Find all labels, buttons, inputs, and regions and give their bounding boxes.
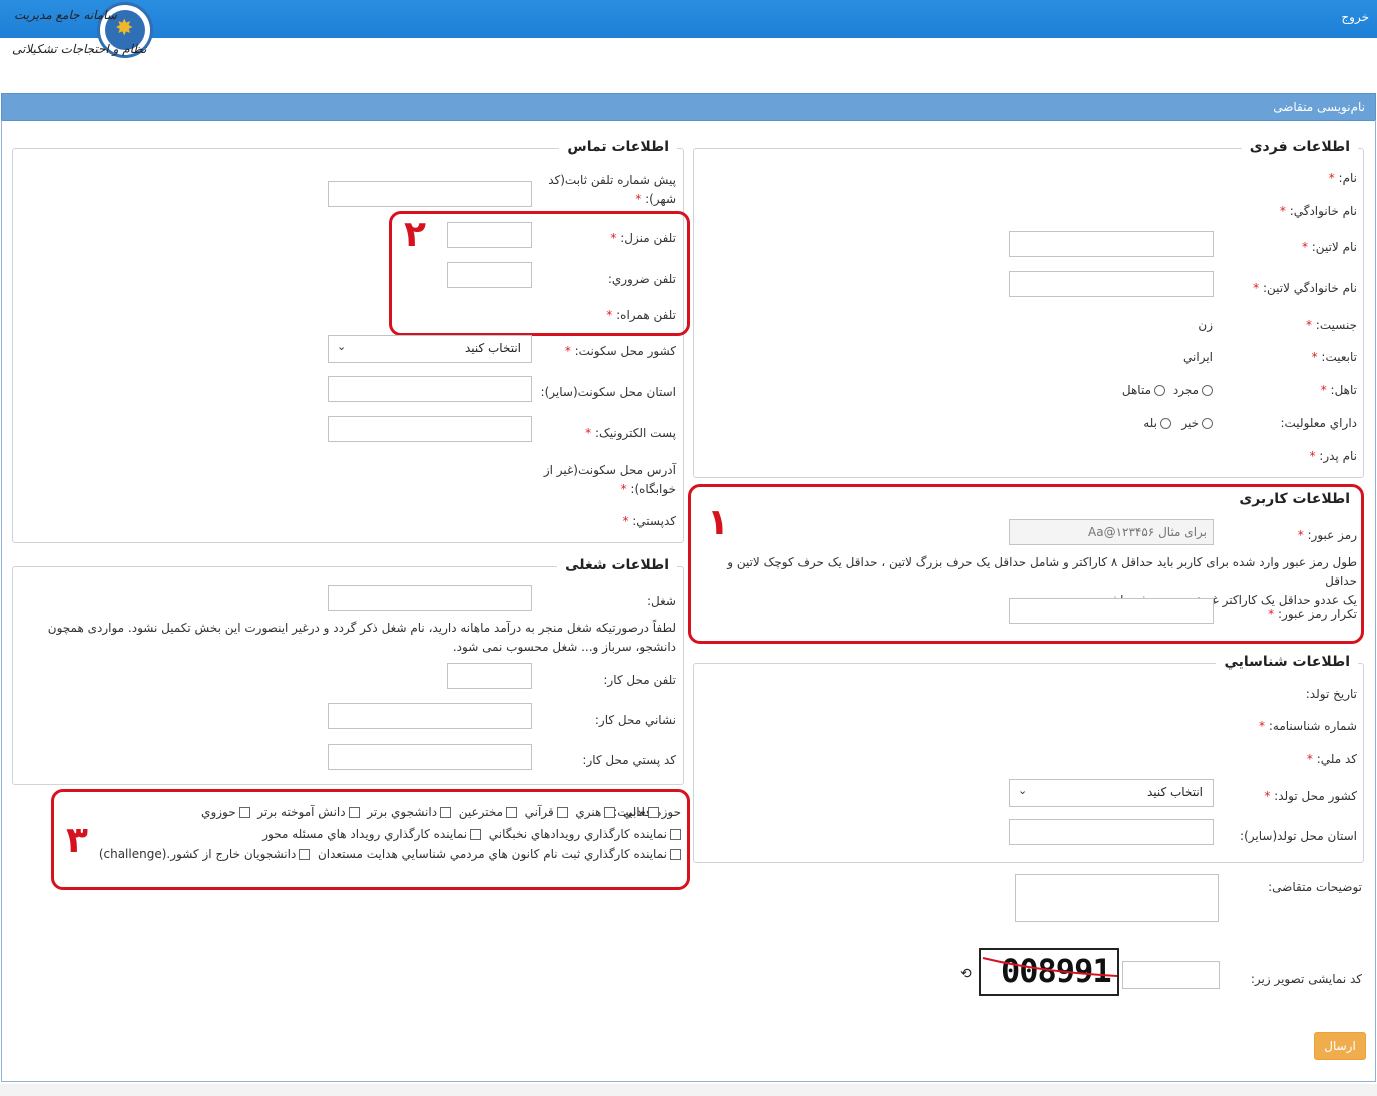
postal-code-label: کدپستي: * (622, 514, 676, 528)
annotation-box-1 (688, 484, 1364, 644)
latin-name-label: نام لاتین: * (1301, 240, 1357, 254)
birth-country-label: کشور محل تولد: * (1264, 789, 1357, 803)
job-info-legend: اطلاعات شغلی (557, 557, 677, 573)
nationality-value: ايراني (1183, 350, 1213, 364)
job-note: لطفاً درصورتیکه شغل منجر به درآمد ماهانه… (47, 621, 676, 654)
birth-province-input[interactable] (1009, 819, 1214, 845)
panel-title: نام‌نویسی متقاضی (1273, 100, 1365, 114)
email-input[interactable] (328, 416, 532, 442)
residence-country-label: کشور محل سکونت: * (564, 344, 676, 358)
work-phone-label: تلفن محل کار: (603, 673, 676, 687)
description-textarea[interactable] (1015, 874, 1219, 922)
submit-button[interactable]: ارسال (1314, 1032, 1366, 1060)
annotation-box-2 (389, 211, 690, 336)
area-code-label: پیش شماره تلفن ثابت(کد شهر): * (548, 173, 676, 206)
logo-text-line1: سامانه جامع مدیریت (14, 8, 117, 22)
chevron-down-icon: ⌄ (1018, 784, 1028, 797)
marital-single-option[interactable]: مجرد (1173, 383, 1213, 397)
national-code-label: کد ملي: * (1306, 752, 1357, 766)
disability-label: داراي معلوليت: (1280, 416, 1357, 430)
page-footer-strip (0, 1084, 1377, 1096)
logout-link[interactable]: خروج (1341, 10, 1369, 24)
job-label: شغل: (647, 594, 676, 608)
description-label: توضیحات متقاضی: (1268, 880, 1362, 894)
residence-country-select[interactable]: انتخاب کنید ⌄ (328, 335, 532, 363)
marital-married-option[interactable]: متاهل (1122, 383, 1165, 397)
gender-label: جنسیت: * (1305, 318, 1357, 332)
marital-label: تاهل: * (1320, 383, 1357, 397)
annotation-number-3: ۳ (66, 820, 88, 861)
birth-date-label: تاریخ تولد: (1305, 687, 1357, 701)
work-address-label: نشاني محل کار: (594, 713, 676, 727)
work-postal-input[interactable] (328, 744, 532, 770)
residence-province-label: استان محل سکونت(سایر): (540, 385, 676, 399)
identity-info-legend: اطلاعات شناسايي (1216, 654, 1358, 670)
personal-info-section (693, 148, 1364, 478)
email-label: پست الکترونیک: * (585, 426, 676, 440)
radio-icon[interactable] (1160, 418, 1171, 429)
latin-name-input[interactable] (1009, 231, 1214, 257)
captcha-input[interactable] (1122, 961, 1220, 989)
id-number-label: شماره شناسنامه: * (1259, 719, 1357, 733)
birth-country-select[interactable]: انتخاب کنید ⌄ (1009, 779, 1214, 807)
latin-last-name-input[interactable] (1009, 271, 1214, 297)
work-postal-label: کد پستي محل کار: (582, 753, 676, 767)
address-label: آدرس محل سکونت(غیر از خوابگاه): * (543, 463, 676, 496)
radio-icon[interactable] (1202, 385, 1213, 396)
last-name-label: نام خانوادگي: * (1279, 204, 1357, 218)
birth-province-label: استان محل تولد(سایر): (1240, 829, 1357, 843)
father-name-label: نام پدر: * (1309, 449, 1357, 463)
first-name-label: نام: * (1328, 171, 1357, 185)
captcha-label: کد نمایشی تصویر زیر: (1250, 972, 1362, 986)
nationality-label: تابعیت: * (1311, 350, 1357, 364)
panel-header: نام‌نویسی متقاضی (1, 93, 1376, 121)
refresh-icon[interactable]: ⟲ (960, 966, 972, 982)
chevron-down-icon: ⌄ (337, 340, 347, 353)
gender-value: زن (1198, 318, 1213, 332)
star-icon: ✸ (115, 16, 134, 41)
logo-text-line2: نظام و احتجاجات تشکیلاتی (12, 42, 147, 56)
captcha-image: 008991 (979, 948, 1119, 996)
personal-info-legend: اطلاعات فردی (1241, 139, 1358, 155)
latin-last-name-label: نام خانوادگي لاتین: * (1253, 281, 1357, 295)
radio-icon[interactable] (1202, 418, 1213, 429)
annotation-number-2: ۲ (404, 214, 426, 255)
work-phone-input[interactable] (447, 663, 532, 689)
top-bar (0, 0, 1377, 38)
annotation-number-1: ۱ (707, 502, 729, 543)
disability-no-option[interactable]: خیر (1181, 416, 1213, 430)
residence-province-input[interactable] (328, 376, 532, 402)
job-input[interactable] (328, 585, 532, 611)
contact-info-legend: اطلاعات تماس (559, 139, 677, 155)
work-address-input[interactable] (328, 703, 532, 729)
annotation-box-3 (51, 789, 690, 890)
area-code-input[interactable] (328, 181, 532, 207)
disability-yes-option[interactable]: بله (1143, 416, 1171, 430)
radio-icon[interactable] (1154, 385, 1165, 396)
captcha-strike-icon (982, 957, 1117, 977)
